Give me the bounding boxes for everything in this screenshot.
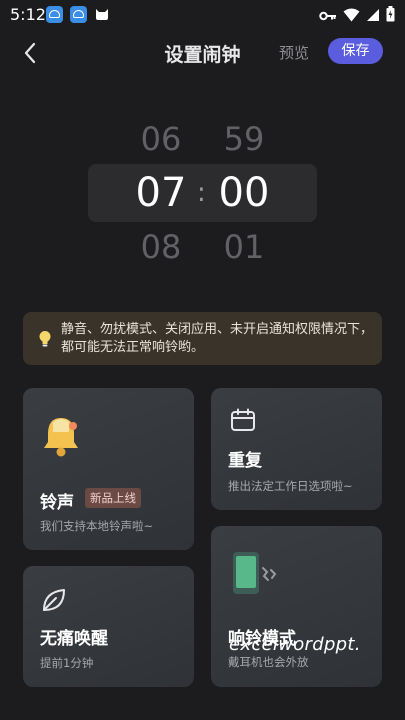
- hour-selected[interactable]: 07: [121, 170, 201, 216]
- repeat-subtitle: 推出法定工作日选项啦~: [228, 479, 353, 493]
- phone-vibrate-icon: [231, 550, 283, 600]
- bell-icon: [40, 414, 82, 462]
- hour-next[interactable]: 08: [121, 228, 201, 266]
- battery-charging-icon: [386, 6, 395, 26]
- time-picker[interactable]: 06 59 07 : 00 08 01: [0, 110, 405, 280]
- status-bar: 5:12: [0, 0, 405, 30]
- signal-icon: [366, 7, 380, 26]
- watermark-text: excelwordppt.: [229, 634, 361, 655]
- status-time: 5:12: [10, 5, 46, 24]
- new-badge: 新品上线: [85, 488, 141, 508]
- gentle-wake-title: 无痛唤醒: [40, 629, 108, 649]
- key-icon: [319, 7, 337, 26]
- save-button[interactable]: 保存: [328, 38, 383, 64]
- ringtone-title: 铃声: [40, 493, 74, 513]
- ring-mode-subtitle: 戴耳机也会外放: [228, 655, 309, 669]
- wifi-icon: [343, 7, 360, 26]
- gentle-wake-card[interactable]: 无痛唤醒 提前1分钟: [23, 566, 194, 687]
- repeat-card[interactable]: 重复 推出法定工作日选项啦~: [211, 388, 382, 510]
- lightbulb-icon: [38, 330, 52, 352]
- notice-banner: 静音、勿扰模式、关闭应用、未开启通知权限情况下，都可能无法正常响铃哟。: [23, 312, 382, 365]
- calendar-icon: [230, 408, 256, 436]
- minute-next[interactable]: 01: [204, 228, 284, 266]
- preview-button[interactable]: 预览: [279, 42, 309, 63]
- ringtone-card[interactable]: 铃声 新品上线 我们支持本地铃声啦~: [23, 388, 194, 550]
- header: 设置闹钟 预览 保存: [0, 36, 405, 70]
- ringtone-subtitle: 我们支持本地铃声啦~: [40, 519, 154, 533]
- repeat-title: 重复: [228, 451, 262, 471]
- ring-mode-card[interactable]: 响铃模式 戴耳机也会外放: [211, 526, 382, 687]
- minute-prev[interactable]: 59: [204, 120, 284, 158]
- cat-notification-icon: [94, 6, 110, 26]
- app-notification-icon: [70, 6, 87, 23]
- notice-text: 静音、勿扰模式、关闭应用、未开启通知权限情况下，都可能无法正常响铃哟。: [61, 322, 374, 355]
- leaf-icon: [40, 586, 68, 618]
- app-notification-icon: [46, 6, 63, 23]
- gentle-wake-subtitle: 提前1分钟: [40, 656, 94, 670]
- hour-prev[interactable]: 06: [121, 120, 201, 158]
- minute-selected[interactable]: 00: [204, 170, 284, 216]
